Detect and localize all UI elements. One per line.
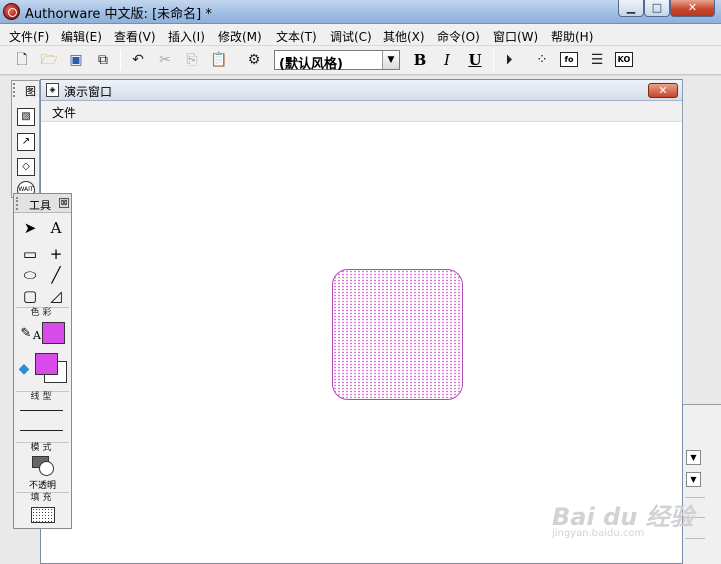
line-color-swatch[interactable]: [42, 322, 65, 344]
rectangle-tool-icon[interactable]: ▭: [20, 244, 40, 264]
drag-handle[interactable]: [13, 83, 19, 97]
menu-bar: 文件(F) 编辑(E) 查看(V) 插入(I) 修改(M) 文本(T) 调试(C…: [0, 24, 721, 46]
presentation-window-title: 演示窗口: [64, 85, 113, 99]
polygon-tool-icon[interactable]: ◿: [46, 286, 66, 306]
presentation-menu-file[interactable]: 文件: [52, 104, 76, 121]
functions-button[interactable]: fo: [560, 52, 578, 67]
chevron-down-icon[interactable]: ▼: [686, 472, 701, 487]
diagonal-line-tool-icon[interactable]: ╱: [46, 265, 66, 285]
section-label-fill: 填充: [16, 492, 69, 503]
import-icon[interactable]: ⧉: [93, 51, 113, 69]
menu-other[interactable]: 其他(X): [383, 28, 425, 45]
watermark-logo: Bai du 经验: [552, 503, 694, 531]
pointer-tool-icon[interactable]: ➤: [20, 218, 40, 238]
restart-icon[interactable]: ⏵: [499, 51, 519, 69]
line-style-thin[interactable]: [20, 410, 63, 411]
presentation-window: ◈ 演示窗口 ✕ 文件: [40, 79, 683, 564]
window-edge: [682, 79, 683, 404]
maximize-button[interactable]: □: [644, 0, 670, 17]
menu-edit[interactable]: 编辑(E): [61, 28, 102, 45]
menu-debug[interactable]: 调试(C): [330, 28, 372, 45]
mode-value[interactable]: 不透明: [16, 478, 69, 491]
section-label-mode: 模式: [16, 442, 69, 453]
close-button[interactable]: ✕: [670, 0, 715, 17]
tools-panel-header[interactable]: 工具 ⊠: [14, 194, 71, 213]
open-folder-icon[interactable]: 🗁: [39, 51, 59, 69]
toolbar: 🗋 🗁 ▣ ⧉ ↶ ✂ ⎘ 📋 ⚙ (默认风格) ▼ B I U ⏵ ⁘ fo …: [0, 46, 721, 75]
minimize-button[interactable]: ▁: [618, 0, 644, 17]
tools-panel-title: 工具: [29, 199, 51, 212]
icon-palette-title: 图: [25, 85, 36, 98]
fill-pattern-swatch[interactable]: [31, 507, 55, 523]
authorware-app-icon[interactable]: [3, 3, 20, 20]
control-panel-icon[interactable]: ⁘: [532, 51, 552, 69]
knowledge-objects-button[interactable]: KO: [615, 52, 633, 67]
variables-icon[interactable]: ☰: [587, 51, 607, 69]
display-icon[interactable]: ▧: [17, 108, 35, 126]
copy-icon[interactable]: ⎘: [182, 51, 202, 69]
toolbar-separator: [120, 50, 121, 70]
watermark-url: jingyan.baidu.com: [552, 528, 645, 539]
window-title: Authorware 中文版: [未命名] *: [25, 7, 212, 22]
new-file-icon[interactable]: 🗋: [12, 51, 32, 69]
drag-handle[interactable]: [16, 197, 22, 210]
text-style-value: (默认风格): [279, 57, 343, 72]
mode-opaque-circle: [39, 461, 54, 476]
divider: [685, 538, 705, 539]
section-label-color: 色彩: [16, 307, 69, 318]
presentation-menu-bar: 文件: [41, 101, 682, 122]
icon-palette: 图 ▧ ↗ ◇ WAIT: [11, 80, 40, 199]
presentation-window-titlebar[interactable]: ◈ 演示窗口 ✕: [41, 80, 682, 101]
italic-button[interactable]: I: [438, 51, 456, 69]
paint-bucket-icon: ◆: [18, 361, 30, 377]
baidu-watermark: Bai du 经验 jingyan.baidu.com: [552, 497, 694, 539]
orthogonal-line-tool-icon[interactable]: +: [46, 244, 66, 264]
text-tool-icon[interactable]: A: [46, 218, 66, 238]
motion-icon[interactable]: ↗: [17, 133, 35, 151]
presentation-window-icon: ◈: [46, 83, 59, 97]
menu-help[interactable]: 帮助(H): [551, 28, 593, 45]
tools-close-icon[interactable]: ⊠: [59, 198, 69, 208]
bold-button[interactable]: B: [411, 51, 429, 69]
text-style-select[interactable]: (默认风格) ▼: [274, 50, 400, 72]
menu-window[interactable]: 窗口(W): [493, 28, 538, 45]
find-icon[interactable]: ⚙: [244, 51, 264, 69]
presentation-close-button[interactable]: ✕: [648, 83, 678, 98]
cut-icon[interactable]: ✂: [155, 51, 175, 69]
paste-icon[interactable]: 📋: [209, 51, 229, 69]
save-all-icon[interactable]: ▣: [66, 51, 86, 69]
chevron-down-icon[interactable]: ▼: [686, 450, 701, 465]
rounded-rectangle-tool-icon[interactable]: ▢: [20, 286, 40, 306]
menu-command[interactable]: 命令(O): [437, 28, 480, 45]
undo-icon[interactable]: ↶: [128, 51, 148, 69]
toolbar-separator: [493, 50, 494, 70]
underline-button[interactable]: U: [466, 51, 484, 69]
title-bar: Authorware 中文版: [未命名] * ▁ □ ✕: [0, 0, 721, 24]
menu-view[interactable]: 查看(V): [114, 28, 156, 45]
menu-modify[interactable]: 修改(M): [218, 28, 262, 45]
ellipse-tool-icon[interactable]: ⬭: [20, 265, 40, 285]
rounded-rectangle-shape[interactable]: [332, 269, 463, 400]
tools-panel: 工具 ⊠ ➤ A ▭ + ⬭ ╱ ▢ ◿ 色彩 ✎ A ◆ 线型 模式 不透明 …: [13, 193, 72, 529]
line-style-sample[interactable]: [20, 430, 63, 431]
menu-file[interactable]: 文件(F): [9, 28, 49, 45]
menu-insert[interactable]: 插入(I): [168, 28, 205, 45]
chevron-down-icon[interactable]: ▼: [382, 51, 399, 69]
menu-text[interactable]: 文本(T): [276, 28, 317, 45]
erase-icon[interactable]: ◇: [17, 158, 35, 176]
fill-foreground-swatch[interactable]: [35, 353, 58, 375]
section-label-line: 线型: [16, 391, 69, 402]
